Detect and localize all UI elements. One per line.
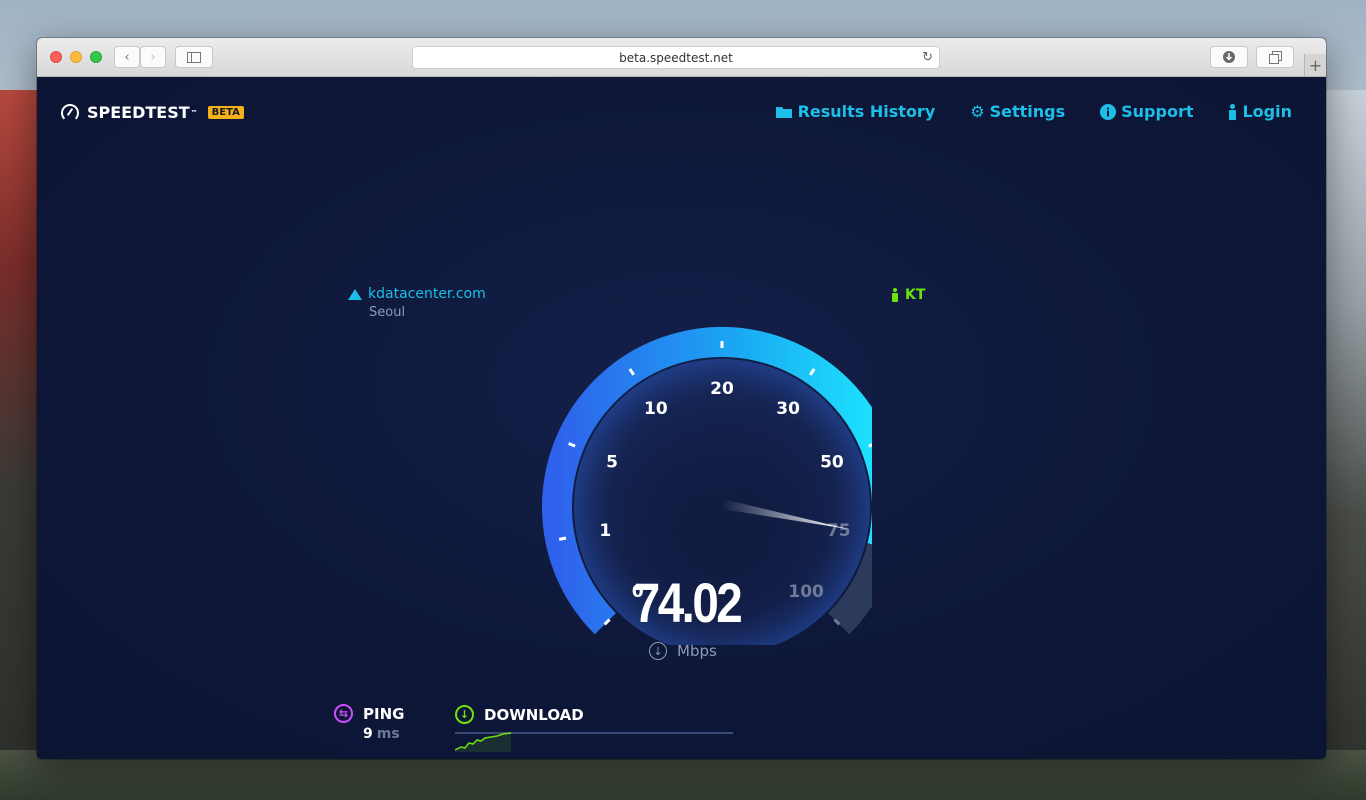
address-bar[interactable]: beta.speedtest.net ↻ [412,46,940,69]
browser-toolbar: ‹ › beta.speedtest.net ↻ + [37,38,1326,77]
minimize-window-button[interactable] [70,51,82,63]
download-stat: ↓ DOWNLOAD [454,705,735,756]
browser-window: ‹ › beta.speedtest.net ↻ + SPEEDTEST ™ B… [37,38,1326,759]
nav-settings[interactable]: ⚙ Settings [970,102,1065,121]
chevron-right-icon: › [150,49,156,65]
gauge-tick [558,536,567,541]
download-arrow-icon [1223,51,1235,63]
nav-login-label: Login [1242,102,1292,121]
zoom-window-button[interactable] [90,51,102,63]
downloads-button[interactable] [1210,46,1248,68]
gauge-tick-label: 50 [820,452,844,472]
nav-support-label: Support [1121,102,1194,121]
speedtest-page: SPEEDTEST ™ BETA Results History ⚙ Setti… [37,77,1326,759]
tabs-icon [1268,50,1282,64]
folder-icon [775,106,792,118]
beta-badge: BETA [207,106,244,119]
download-icon: ↓ [455,705,474,724]
server-host: kdatacenter.com [368,286,486,302]
nav-results-history-label: Results History [797,102,936,121]
nav-settings-label: Settings [989,102,1066,121]
nav-support[interactable]: Support [1100,102,1193,121]
trademark-symbol: ™ [190,108,198,117]
gauge-tick-label: 20 [710,379,734,399]
nav-results-history[interactable]: Results History [775,102,936,121]
server-triangle-icon [348,288,362,300]
gauge-tick-label: 30 [776,399,800,419]
speed-unit: ↓ Mbps [649,642,717,660]
isp-info: KT [891,287,925,303]
speed-value: 74.02 [633,571,743,634]
isp-name: KT [905,287,926,303]
ping-value: 9 [363,726,373,742]
gauge-tick-label: 100 [788,582,824,602]
speed-unit-label: Mbps [677,642,717,660]
server-city: Seoul [369,305,406,320]
gauge-tick-label: 75 [827,521,851,541]
download-circle-icon: ↓ [649,642,667,660]
person-icon [892,288,898,302]
download-sparkline [454,732,733,752]
forward-button[interactable]: › [140,46,166,68]
nav-login[interactable]: Login [1228,102,1292,121]
reload-icon[interactable]: ↻ [922,50,933,65]
gauge-tick-label: 5 [606,452,618,472]
ping-label: PING [363,704,405,723]
url-text: beta.speedtest.net [619,50,733,65]
new-tab-button[interactable]: + [1304,54,1326,76]
tabs-overview-button[interactable] [1256,46,1294,68]
person-icon [1229,103,1237,120]
speedometer-icon [61,103,79,122]
ping-icon: ⇆ [334,704,353,723]
sidebar-toggle-button[interactable] [175,46,213,68]
sidebar-icon [187,51,201,63]
chevron-left-icon: ‹ [124,49,130,65]
gauge-tick-label: 1 [599,521,611,541]
gauge-tick-label: 10 [644,399,668,419]
download-label: DOWNLOAD [484,705,584,724]
info-icon [1100,103,1117,120]
server-info[interactable]: kdatacenter.com Seoul [348,286,486,320]
logo-text: SPEEDTEST [87,103,190,122]
close-window-button[interactable] [50,51,62,63]
gear-icon: ⚙ [970,102,985,121]
back-button[interactable]: ‹ [114,46,140,68]
top-nav: Results History ⚙ Settings Support Login [775,102,1292,121]
ping-unit: ms [376,726,400,742]
ping-stat: ⇆ PING 9 ms [334,704,404,742]
speedtest-logo[interactable]: SPEEDTEST ™ BETA [61,103,244,122]
